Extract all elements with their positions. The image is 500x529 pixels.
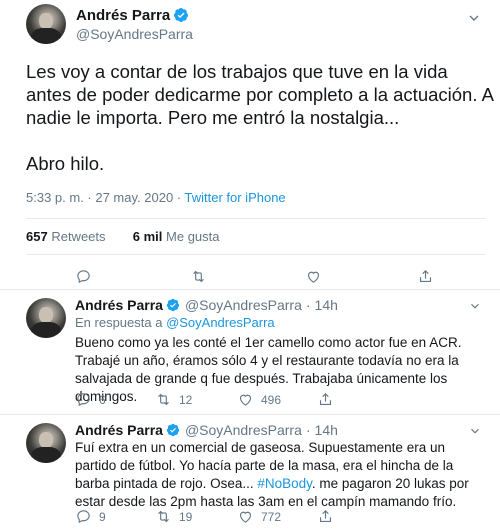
like-button[interactable]: 772	[237, 508, 281, 525]
reply-count: 6	[99, 392, 106, 407]
display-name-text[interactable]: Andrés Parra	[76, 6, 170, 25]
like-count: 772	[261, 509, 282, 524]
tweet-meta: 5:33 p. m. · 27 may. 2020 · Twitter for …	[26, 190, 286, 205]
verified-badge-icon	[166, 423, 180, 437]
reply-handle[interactable]: @SoyAndresParra	[185, 422, 302, 438]
reply-display-name[interactable]: Andrés Parra	[75, 297, 163, 313]
reply-text: Fuí extra en un comercial de gaseosa. Su…	[75, 439, 475, 511]
heart-icon	[239, 394, 252, 406]
reply-count: 9	[99, 509, 106, 524]
chevron-down-icon[interactable]	[468, 424, 482, 438]
reply-header: Andrés Parra @SoyAndresParra · 14h	[75, 422, 338, 438]
hashtag-link[interactable]: #NoBody	[257, 476, 312, 491]
reply-button[interactable]: 6	[75, 391, 106, 408]
retweets-stat[interactable]: 657 Retweets	[26, 229, 106, 244]
retweets-label: Retweets	[51, 229, 106, 244]
reply-handle[interactable]: @SoyAndresParra	[185, 297, 302, 313]
share-button[interactable]	[417, 268, 434, 285]
reply-to-line: En respuesta a @SoyAndresParra	[75, 315, 275, 330]
retweet-count: 12	[179, 392, 193, 407]
heart-icon	[307, 271, 320, 283]
reply-icon	[77, 510, 90, 524]
tweet-stats: 657 Retweets 6 mil Me gusta	[26, 218, 486, 255]
tweet-source-link[interactable]: Twitter for iPhone	[185, 190, 286, 205]
thread-reply[interactable]: Andrés Parra @SoyAndresParra · 14h En re…	[0, 290, 500, 415]
reply-to-prefix: En respuesta a	[75, 315, 167, 330]
tweet-header: Andrés Parra @SoyAndresParra	[26, 4, 193, 44]
author-display-name[interactable]: Andrés Parra	[76, 6, 193, 25]
reply-time[interactable]: 14h	[315, 422, 338, 438]
verified-badge-icon	[174, 8, 189, 22]
reply-icon	[77, 270, 90, 284]
tweet-text-paragraph: Les voy a contar de los trabajos que tuv…	[26, 61, 493, 128]
author-names: Andrés Parra @SoyAndresParra	[76, 6, 193, 43]
retweet-icon	[158, 510, 169, 523]
like-button[interactable]	[305, 268, 322, 285]
thread-reply[interactable]: Andrés Parra @SoyAndresParra · 14h Fuí e…	[0, 415, 500, 529]
retweet-icon	[193, 270, 204, 283]
share-icon	[319, 393, 332, 406]
like-button[interactable]: 496	[237, 391, 281, 408]
retweet-count: 19	[179, 509, 193, 524]
retweet-button[interactable]	[190, 268, 207, 285]
tweet-text-paragraph: Abro hilo.	[26, 153, 105, 174]
reply-button[interactable]: 9	[75, 508, 106, 525]
main-tweet: Andrés Parra @SoyAndresParra Les voy a c…	[0, 0, 500, 290]
share-icon	[419, 270, 432, 283]
retweets-count: 657	[26, 229, 48, 244]
avatar[interactable]	[26, 4, 66, 44]
share-button[interactable]	[317, 391, 334, 408]
share-button[interactable]	[317, 508, 334, 525]
chevron-down-icon[interactable]	[466, 10, 482, 26]
avatar[interactable]	[26, 423, 66, 463]
share-icon	[319, 510, 332, 523]
author-handle[interactable]: @SoyAndresParra	[76, 25, 193, 43]
retweet-button[interactable]: 19	[155, 508, 192, 525]
separator-dot: ·	[305, 422, 311, 438]
reply-to-link[interactable]: @SoyAndresParra	[166, 315, 275, 330]
retweet-icon	[158, 393, 169, 406]
chevron-down-icon[interactable]	[468, 299, 482, 313]
reply-header: Andrés Parra @SoyAndresParra · 14h	[75, 297, 338, 313]
like-count: 496	[261, 392, 282, 407]
tweet-text: Les voy a contar de los trabajos que tuv…	[26, 60, 496, 198]
reply-time[interactable]: 14h	[315, 297, 338, 313]
heart-icon	[239, 511, 252, 523]
tweet-actions	[75, 268, 432, 286]
tweet-timestamp[interactable]: 5:33 p. m. · 27 may. 2020 ·	[26, 190, 185, 205]
likes-stat[interactable]: 6 mil Me gusta	[133, 229, 220, 244]
reply-button[interactable]	[75, 268, 92, 285]
reply-actions: 6 12 496	[75, 391, 375, 409]
reply-icon	[77, 393, 90, 407]
likes-count: 6 mil	[132, 229, 163, 244]
reply-actions: 9 19 772	[75, 508, 375, 526]
avatar[interactable]	[26, 298, 66, 338]
separator-dot: ·	[305, 297, 311, 313]
verified-badge-icon	[166, 298, 180, 312]
retweet-button[interactable]: 12	[155, 391, 192, 408]
reply-display-name[interactable]: Andrés Parra	[75, 422, 163, 438]
likes-label: Me gusta	[166, 229, 220, 244]
